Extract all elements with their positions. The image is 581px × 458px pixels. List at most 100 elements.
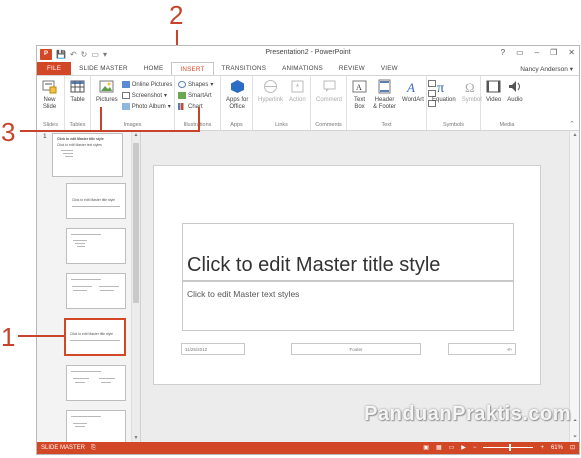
thumb-slide-master[interactable]: Click to edit Master title style Click t…: [52, 133, 123, 177]
shapes-button[interactable]: Shapes ▾: [178, 80, 213, 89]
group-label-text: Text: [381, 122, 392, 128]
restore-button[interactable]: ❐: [550, 48, 557, 57]
next-slide-icon[interactable]: ⏷: [570, 434, 579, 440]
zoom-level[interactable]: 61%: [551, 445, 563, 451]
tab-view[interactable]: VIEW: [373, 62, 406, 75]
pictures-button[interactable]: Pictures: [94, 79, 120, 104]
user-account[interactable]: Nancy Anderson ▾: [520, 65, 573, 73]
thumb-layout-selected[interactable]: Click to edit Master title style: [64, 318, 126, 356]
header-footer-icon: [378, 79, 391, 94]
comment-button[interactable]: Comment: [314, 79, 344, 104]
photo-album-button[interactable]: Photo Album ▾: [121, 102, 173, 111]
ribbon-display-options-icon[interactable]: ▭: [516, 48, 524, 57]
help-button[interactable]: ?: [501, 48, 505, 57]
text-box-button[interactable]: A Text Box: [350, 79, 369, 111]
tab-transitions[interactable]: TRANSITIONS: [214, 62, 275, 75]
equation-button[interactable]: π Equation: [430, 79, 458, 104]
editor-scrollbar[interactable]: ▲ ⏶ ⏷: [569, 131, 579, 442]
title-placeholder[interactable]: Click to edit Master title style: [182, 223, 514, 281]
symbol-icon: Ω: [465, 80, 475, 94]
slide-number-label: 1: [43, 133, 47, 140]
equation-icon: π: [437, 81, 444, 94]
svg-text:Ω: Ω: [465, 80, 475, 94]
group-symbols: π Equation Ω Symbol Symbols: [427, 76, 482, 130]
shapes-icon: [178, 81, 186, 88]
action-icon: [291, 80, 304, 93]
tab-review[interactable]: REVIEW: [331, 62, 373, 75]
hyperlink-button[interactable]: Hyperlink: [256, 79, 285, 104]
callout-3-line-bottom: [100, 130, 200, 132]
video-button[interactable]: Video: [484, 79, 503, 104]
footer-placeholder[interactable]: Footer: [291, 343, 421, 355]
zoom-in-icon[interactable]: +: [540, 445, 544, 451]
table-button[interactable]: Table: [68, 79, 87, 104]
title-placeholder-text: Click to edit Master title style: [187, 254, 441, 276]
thumb-layout-title-only[interactable]: [66, 410, 126, 446]
thumb-selected-title: Click to edit Master title style: [70, 332, 113, 336]
chart-icon: [178, 103, 186, 110]
thumb-layout-comparison[interactable]: [66, 365, 126, 401]
status-bar: SLIDE MASTER ⎘ ▣ ▦ ▭ ▶ − + 61% ⊡: [37, 442, 579, 454]
chart-button[interactable]: Chart: [178, 102, 213, 111]
smartart-button[interactable]: SmartArt: [178, 91, 213, 100]
language-icon[interactable]: ⎘: [91, 445, 96, 452]
group-apps: Apps for Office Apps: [221, 76, 253, 130]
screenshot-icon: [121, 92, 130, 99]
action-button[interactable]: Action: [287, 79, 308, 104]
thumbnail-scrollbar[interactable]: ▲ ▼: [131, 131, 140, 442]
powerpoint-window: P 💾 ↶ ↻ ▭ ▾ Presentation2 - PowerPoint ?…: [36, 45, 580, 455]
photo-album-icon: [121, 103, 130, 110]
fit-slide-icon[interactable]: ⊡: [570, 444, 575, 451]
reading-view-icon[interactable]: ▭: [449, 444, 455, 451]
tab-slide-master[interactable]: SLIDE MASTER: [71, 62, 136, 75]
normal-view-icon[interactable]: ▣: [423, 444, 429, 451]
group-media: Video Audio Media: [481, 76, 533, 130]
apps-for-office-button[interactable]: Apps for Office: [224, 79, 250, 111]
thumb-master-text: Click to edit Master text styles: [57, 143, 102, 147]
ribbon-tabs: FILE SLIDE MASTER HOME INSERT TRANSITION…: [37, 62, 579, 75]
pictures-icon: [99, 80, 114, 93]
table-icon: [70, 80, 85, 93]
group-label-tables: Tables: [69, 122, 86, 128]
tab-home[interactable]: HOME: [136, 62, 172, 75]
group-label-media: Media: [499, 122, 515, 128]
hyperlink-icon: [264, 80, 277, 93]
slideshow-icon[interactable]: ▶: [461, 444, 466, 451]
scroll-up-arrow-icon[interactable]: ▲: [132, 132, 140, 138]
thumbnail-scroll-thumb[interactable]: [133, 143, 139, 303]
previous-slide-icon[interactable]: ⏶: [570, 418, 579, 424]
thumb-layout-title-content[interactable]: [66, 228, 126, 264]
slide-sorter-icon[interactable]: ▦: [436, 444, 442, 451]
minimize-button[interactable]: –: [535, 48, 539, 57]
header-footer-button[interactable]: Header & Footer: [371, 79, 398, 111]
zoom-slider-knob[interactable]: [509, 444, 512, 451]
editor-scroll-up-icon[interactable]: ▲: [570, 132, 579, 138]
video-icon: [486, 80, 501, 93]
tab-file[interactable]: FILE: [37, 62, 72, 75]
svg-text:A: A: [406, 80, 415, 94]
group-links: Hyperlink Action Links: [253, 76, 311, 130]
wordart-button[interactable]: A WordArt: [400, 79, 426, 104]
scroll-down-arrow-icon[interactable]: ▼: [132, 435, 140, 441]
date-placeholder[interactable]: 11/25/2012: [181, 343, 245, 355]
thumb-layout-two-content[interactable]: [66, 273, 126, 309]
slide-number-placeholder[interactable]: ‹#›: [448, 343, 516, 355]
workspace: 1 Click to edit Master title style Click…: [37, 131, 579, 446]
new-slide-icon: [42, 80, 57, 94]
master-slide[interactable]: Click to edit Master title style Click t…: [153, 165, 541, 385]
apps-for-office-icon: [230, 80, 244, 93]
online-pictures-button[interactable]: Online Pictures: [121, 80, 172, 89]
zoom-slider[interactable]: [483, 444, 534, 451]
audio-button[interactable]: Audio: [505, 79, 524, 104]
callout-2: 2: [169, 0, 184, 30]
collapse-ribbon-icon[interactable]: ⌃: [569, 120, 575, 128]
thumb-layout-title-slide[interactable]: Click to edit Master title style: [66, 183, 126, 219]
new-slide-button[interactable]: New Slide: [40, 79, 59, 111]
body-placeholder[interactable]: Click to edit Master text styles: [182, 281, 514, 331]
tab-insert[interactable]: INSERT: [171, 62, 214, 75]
svg-text:A: A: [356, 83, 362, 92]
close-button[interactable]: ✕: [568, 48, 575, 57]
tab-animations[interactable]: ANIMATIONS: [274, 62, 331, 75]
zoom-out-icon[interactable]: −: [473, 445, 477, 451]
screenshot-button[interactable]: Screenshot ▾: [121, 91, 173, 100]
